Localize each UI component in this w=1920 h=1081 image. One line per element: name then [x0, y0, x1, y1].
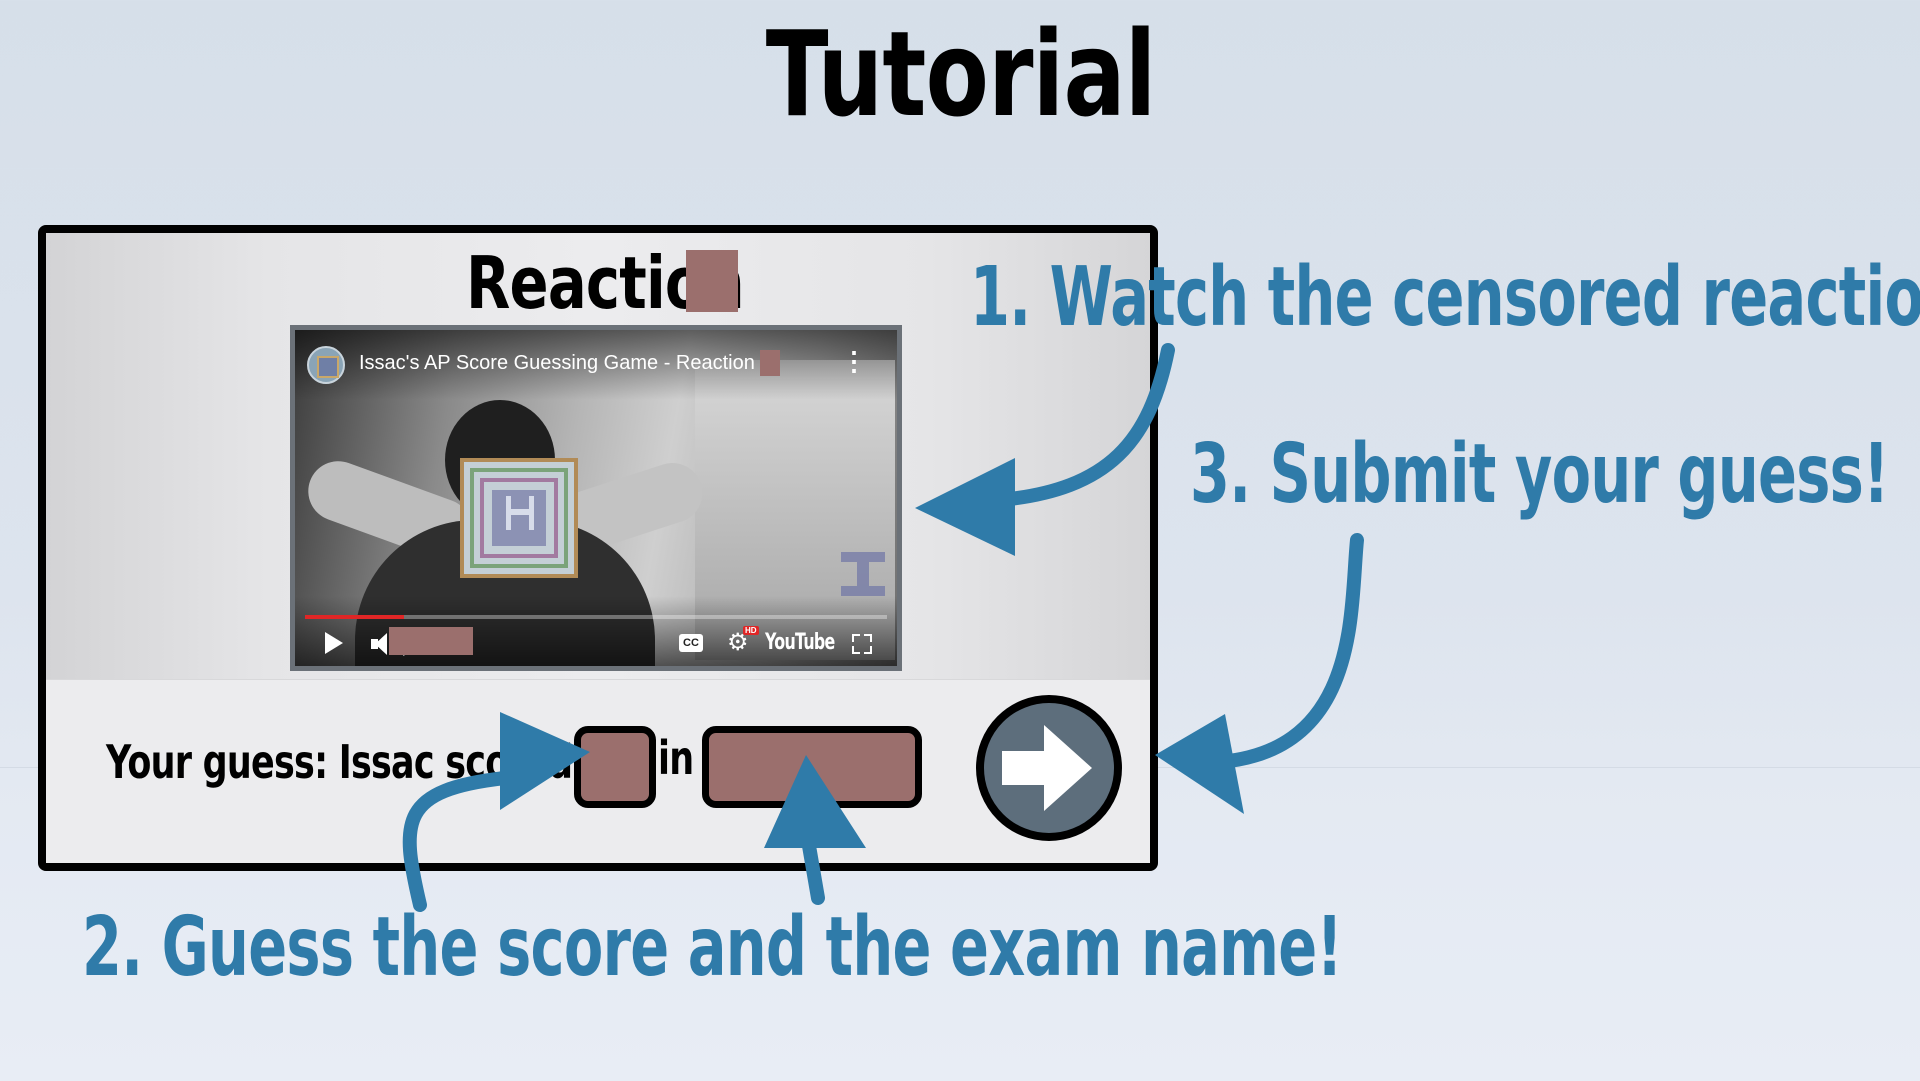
arrow-3 [1213, 533, 1364, 769]
step-3-text: 3. Submit your guess! [1190, 427, 1889, 522]
step-2-text: 2. Guess the score and the exam name! [82, 900, 1343, 995]
arrowhead-1 [915, 458, 1015, 556]
arrowhead-2-right [764, 755, 866, 848]
arrow-2-right [801, 833, 825, 905]
step-1-text: 1. Watch the censored reaction! [970, 250, 1920, 345]
arrowhead-2-left [500, 712, 590, 810]
arrow-1 [993, 343, 1175, 507]
arrowhead-3 [1155, 714, 1244, 814]
arrow-2-left [402, 771, 512, 912]
